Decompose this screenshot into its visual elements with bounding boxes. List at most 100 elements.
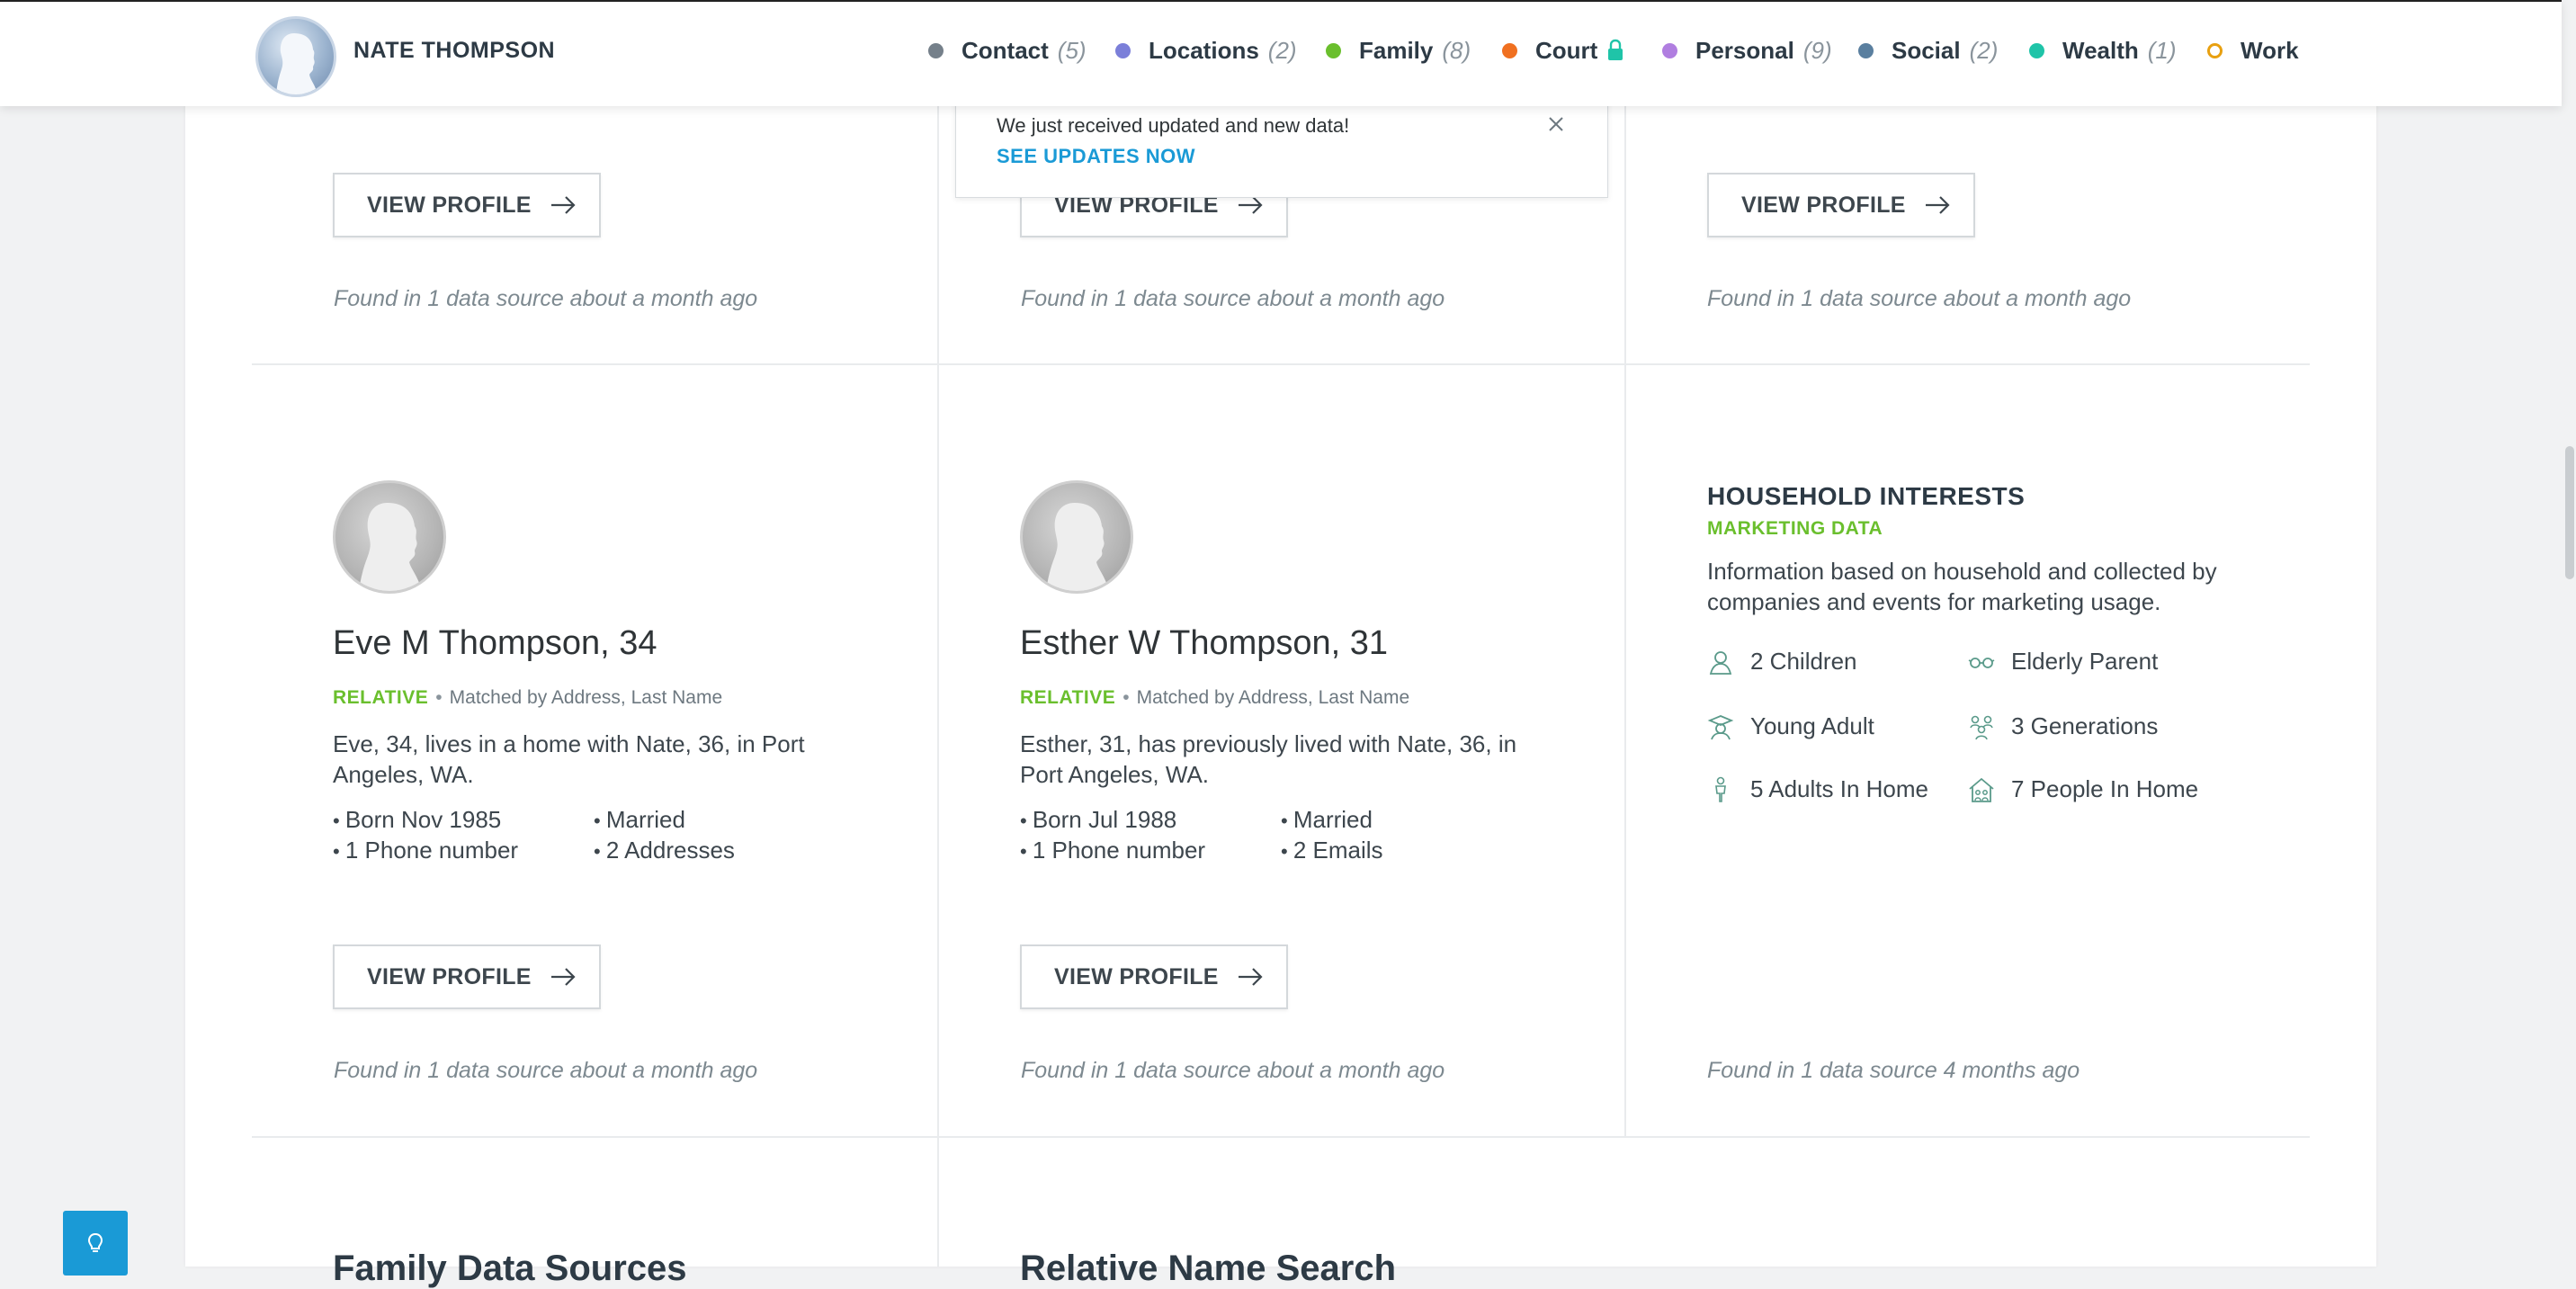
arrow-right-icon [550, 968, 576, 986]
match-reason: Matched by Address, Last Name [449, 687, 723, 708]
nav-item-contact[interactable]: Contact (5) [928, 34, 1087, 67]
fact-item: 1 Phone number [1020, 837, 1205, 864]
relative-description: Eve, 34, lives in a home with Nate, 36, … [333, 730, 805, 788]
page-scrollbar[interactable] [2565, 446, 2574, 579]
nav-label: Social [1892, 36, 1961, 64]
fact-item: 1 Phone number [333, 837, 518, 864]
column-divider [1624, 106, 1626, 1137]
column-divider [937, 106, 939, 1267]
interest-label: 3 Generations [2011, 712, 2159, 739]
arrow-right-icon [1925, 196, 1950, 214]
category-dot-icon [2207, 42, 2223, 58]
found-in-source: Found in 1 data source about a month ago [1021, 1058, 1445, 1083]
relative-name[interactable]: Esther W Thompson, 31 [1020, 624, 1388, 663]
nav-item-court[interactable]: Court [1502, 34, 1624, 67]
category-dot-icon [1662, 42, 1677, 58]
category-dot-icon [928, 42, 944, 58]
generations-icon [1970, 715, 1993, 739]
nav-label: Family [1359, 36, 1434, 64]
found-in-source: Found in 1 data source 4 months ago [1707, 1058, 2080, 1083]
glasses-icon [1968, 657, 1995, 668]
nav-label: Court [1535, 36, 1598, 64]
nav-count: (9) [1802, 36, 1832, 64]
relative-tagline: RELATIVE • Matched by Address, Last Name [1020, 687, 1410, 708]
fact-item: Born Nov 1985 [333, 806, 501, 834]
nav-label: Work [2241, 36, 2299, 64]
profile-name: NATE THOMPSON [353, 38, 556, 63]
fact-item: Born Jul 1988 [1020, 806, 1176, 834]
category-dot-icon [1502, 42, 1517, 58]
interest-label: Elderly Parent [2011, 648, 2159, 675]
person-silhouette-icon [276, 33, 318, 94]
nav-item-work[interactable]: Work [2207, 34, 2299, 67]
household-subtitle: MARKETING DATA [1707, 518, 1883, 539]
found-in-source: Found in 1 data source about a month ago [1707, 286, 2132, 311]
nav-item-wealth[interactable]: Wealth (1) [2029, 34, 2177, 67]
relation-label: RELATIVE [1020, 687, 1116, 708]
category-dot-icon [1115, 42, 1131, 58]
section-heading-relative-name-search: Relative Name Search [1020, 1249, 1397, 1288]
view-profile-button[interactable]: VIEW PROFILE [1020, 944, 1288, 1009]
avatar[interactable] [255, 16, 336, 97]
fact-item: 2 Addresses [594, 837, 735, 864]
row-divider [252, 1136, 2310, 1138]
interest-item: 7 People In Home [1968, 775, 2198, 803]
relative-name[interactable]: Eve M Thompson, 34 [333, 624, 657, 663]
avatar[interactable] [333, 480, 446, 594]
nav-label: Contact [962, 36, 1049, 64]
household-title: HOUSEHOLD INTERESTS [1707, 482, 2026, 510]
category-dot-icon [1326, 42, 1341, 58]
interest-item: 2 Children [1707, 648, 1857, 676]
category-dot-icon [1858, 42, 1874, 58]
adult-icon [1715, 776, 1726, 802]
close-icon[interactable] [1546, 114, 1566, 134]
found-in-source: Found in 1 data source about a month ago [334, 1058, 758, 1083]
see-updates-link[interactable]: SEE UPDATES NOW [997, 145, 1195, 168]
button-label: VIEW PROFILE [1741, 192, 1906, 218]
found-in-source: Found in 1 data source about a month ago [334, 286, 758, 311]
lightbulb-icon [87, 1232, 103, 1252]
nav-item-locations[interactable]: Locations (2) [1115, 34, 1297, 67]
nav-item-family[interactable]: Family (8) [1326, 34, 1471, 67]
section-heading-family-data-sources: Family Data Sources [333, 1249, 687, 1288]
nav-item-personal[interactable]: Personal (9) [1662, 34, 1832, 67]
nav-label: Wealth [2062, 36, 2139, 64]
top-header: NATE THOMPSON Contact (5) Locations (2) Fami… [0, 0, 2562, 106]
help-button[interactable] [63, 1211, 128, 1276]
person-silhouette-icon [1046, 503, 1109, 591]
match-reason: Matched by Address, Last Name [1136, 687, 1410, 708]
lock-icon [1608, 39, 1623, 60]
children-icon [1709, 650, 1732, 675]
household-description: Information based on household and colle… [1707, 558, 2217, 615]
house-people-icon [1969, 777, 1994, 802]
arrow-right-icon [1238, 196, 1263, 214]
button-label: VIEW PROFILE [1054, 963, 1219, 989]
interest-item: Elderly Parent [1968, 648, 2158, 676]
view-profile-button[interactable]: VIEW PROFILE [1707, 173, 1975, 237]
interest-item: Young Adult [1707, 712, 1874, 740]
avatar[interactable] [1020, 480, 1133, 594]
nav-label: Personal [1695, 36, 1794, 64]
arrow-right-icon [550, 196, 576, 214]
nav-item-social[interactable]: Social (2) [1858, 34, 1998, 67]
notification-message: We just received updated and new data! [997, 114, 1350, 137]
relative-tagline: RELATIVE • Matched by Address, Last Name [333, 687, 723, 708]
button-label: VIEW PROFILE [367, 963, 532, 989]
interest-item: 3 Generations [1968, 712, 2158, 740]
nav-count: (2) [1267, 36, 1297, 64]
nav-count: (2) [1969, 36, 1999, 64]
row-divider [252, 363, 2310, 365]
graduate-icon [1707, 714, 1734, 739]
found-in-source: Found in 1 data source about a month ago [1021, 286, 1445, 311]
view-profile-button[interactable]: VIEW PROFILE [333, 173, 601, 237]
nav-count: (1) [2147, 36, 2177, 64]
fact-item: 2 Emails [1281, 837, 1383, 864]
interest-item: 5 Adults In Home [1707, 775, 1928, 803]
view-profile-button[interactable]: VIEW PROFILE [333, 944, 601, 1009]
interest-label: 5 Adults In Home [1750, 775, 1928, 802]
relative-description: Esther, 31, has previously lived with Na… [1020, 730, 1517, 788]
button-label: VIEW PROFILE [367, 192, 532, 218]
person-silhouette-icon [359, 503, 422, 591]
arrow-right-icon [1238, 968, 1263, 986]
category-dot-icon [2029, 42, 2044, 58]
